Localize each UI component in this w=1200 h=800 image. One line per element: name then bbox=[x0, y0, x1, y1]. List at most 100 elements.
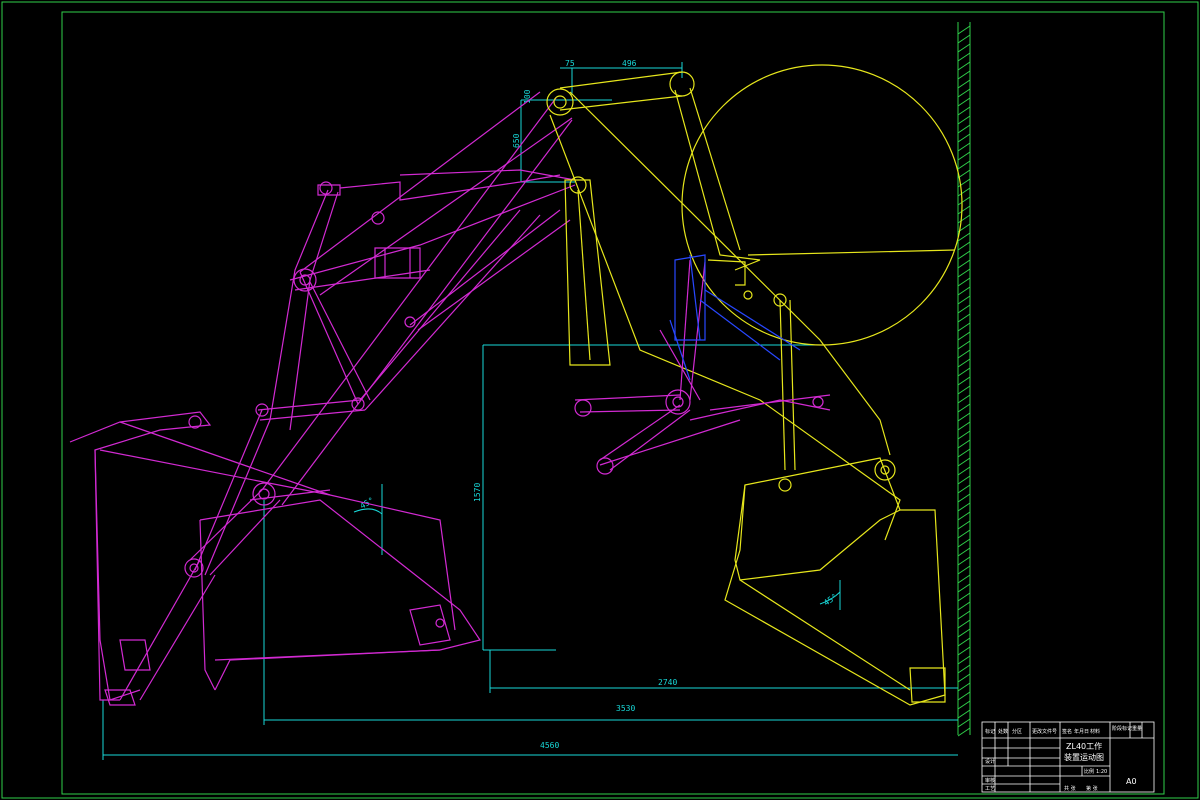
hatch-line bbox=[957, 439, 971, 449]
hatch-line bbox=[957, 538, 971, 548]
hatch-line bbox=[957, 79, 971, 89]
tb-sheet-1: 共 张 bbox=[1064, 785, 1076, 792]
hatch-line bbox=[957, 574, 971, 584]
hatch-line bbox=[957, 34, 971, 44]
angle-right: 45° bbox=[822, 592, 839, 608]
hatch-line bbox=[957, 727, 971, 737]
hatch-line bbox=[957, 376, 971, 386]
inner-frame bbox=[61, 11, 1165, 795]
hatch-line bbox=[957, 502, 971, 512]
hatch-line bbox=[957, 691, 971, 701]
hatch-line bbox=[957, 331, 971, 341]
hatch-line bbox=[957, 205, 971, 215]
hatch-line bbox=[957, 169, 971, 179]
hatch-line bbox=[957, 394, 971, 404]
hatch-line bbox=[957, 250, 971, 260]
tb-col-1: 标记 bbox=[985, 728, 995, 735]
hatch-line bbox=[957, 484, 971, 494]
hatch-line bbox=[957, 547, 971, 557]
hatch-line bbox=[957, 358, 971, 368]
magenta-linkage bbox=[69, 91, 576, 706]
hatch-line bbox=[957, 664, 971, 674]
tb-drawing-no: A0 bbox=[1126, 777, 1137, 786]
hatch-line bbox=[957, 196, 971, 206]
hatch-line bbox=[957, 655, 971, 665]
hatch-line bbox=[957, 106, 971, 116]
yellow-pins bbox=[546, 71, 896, 492]
hatch-line bbox=[957, 187, 971, 197]
hatch-line bbox=[957, 151, 971, 161]
yellow-linkage bbox=[549, 64, 963, 706]
hatch-line bbox=[957, 142, 971, 152]
dim-496: 496 bbox=[622, 59, 637, 68]
dim-1570: 1570 bbox=[473, 483, 482, 502]
hatch-line bbox=[957, 493, 971, 503]
hatch-line bbox=[957, 520, 971, 530]
hatch-line bbox=[957, 412, 971, 422]
mechanism-drawing: 75 496 100 650 1570 2740 3530 4560 45° 4… bbox=[1, 1, 1199, 799]
hatch-line bbox=[957, 457, 971, 467]
hatch-line bbox=[957, 52, 971, 62]
dim-3530: 3530 bbox=[616, 704, 635, 713]
dim-4560: 4560 bbox=[540, 741, 559, 750]
hatch-line bbox=[957, 466, 971, 476]
hatch-line bbox=[957, 232, 971, 242]
hatch-line bbox=[957, 115, 971, 125]
hatch-line bbox=[957, 610, 971, 620]
hatch-line bbox=[957, 277, 971, 287]
hatch-line bbox=[957, 241, 971, 251]
hatch-line bbox=[957, 295, 971, 305]
tb-title-2: 装置运动图 bbox=[1064, 752, 1104, 762]
hatch-line bbox=[957, 304, 971, 314]
tb-process: 工艺 bbox=[985, 786, 995, 792]
hatch-line bbox=[957, 88, 971, 98]
hatch-line bbox=[957, 718, 971, 728]
hatch-line bbox=[957, 367, 971, 377]
hatch-line bbox=[957, 214, 971, 224]
hatch-line bbox=[957, 43, 971, 53]
hatch-line bbox=[957, 25, 971, 35]
hatch-line bbox=[957, 565, 971, 575]
hatch-line bbox=[957, 268, 971, 278]
hatch-line bbox=[957, 421, 971, 431]
hatch-line bbox=[957, 592, 971, 602]
hatch-line bbox=[957, 70, 971, 80]
tb-check: 审核 bbox=[985, 777, 995, 784]
hatch-line bbox=[957, 430, 971, 440]
hatch-line bbox=[957, 313, 971, 323]
hatch-line bbox=[957, 124, 971, 134]
hatch-line bbox=[957, 556, 971, 566]
hatch-line bbox=[957, 637, 971, 647]
hatch-line bbox=[957, 475, 971, 485]
hatch-line bbox=[957, 61, 971, 71]
hatch-line bbox=[957, 133, 971, 143]
tb-weight: 重量 bbox=[1132, 725, 1142, 732]
hatch-line bbox=[957, 448, 971, 458]
hatch-line bbox=[957, 259, 971, 269]
tb-title-1: ZL40工作 bbox=[1066, 741, 1102, 751]
hatch-line bbox=[957, 709, 971, 719]
tb-stage: 阶段标记 bbox=[1112, 725, 1132, 732]
tb-col-2: 处数 bbox=[998, 728, 1008, 735]
tb-material: 材料 bbox=[1090, 728, 1100, 735]
hatch-line bbox=[957, 322, 971, 332]
tb-col-6: 年月日 bbox=[1074, 728, 1089, 735]
hatch-line bbox=[957, 529, 971, 539]
hatch-line bbox=[957, 673, 971, 683]
tb-designer: 设计 bbox=[985, 758, 995, 765]
tb-col-3: 分区 bbox=[1012, 728, 1022, 735]
title-block-text: 标记 处数 分区 更改文件号 签名 年月日 材料 阶段标记 重量 ZL40工作 … bbox=[985, 725, 1142, 792]
hatch-line bbox=[957, 286, 971, 296]
dim-2740: 2740 bbox=[658, 678, 677, 687]
hatch-line bbox=[957, 583, 971, 593]
tb-col-4: 更改文件号 bbox=[1032, 728, 1057, 735]
tb-col-5: 签名 bbox=[1062, 728, 1072, 735]
hatch-line bbox=[957, 646, 971, 656]
hatch-line bbox=[957, 160, 971, 170]
hatch-line bbox=[957, 403, 971, 413]
wall-hatch bbox=[957, 22, 971, 737]
hatch-line bbox=[957, 619, 971, 629]
dim-75: 75 bbox=[565, 59, 575, 68]
hatch-line bbox=[957, 511, 971, 521]
hatch-line bbox=[957, 700, 971, 710]
